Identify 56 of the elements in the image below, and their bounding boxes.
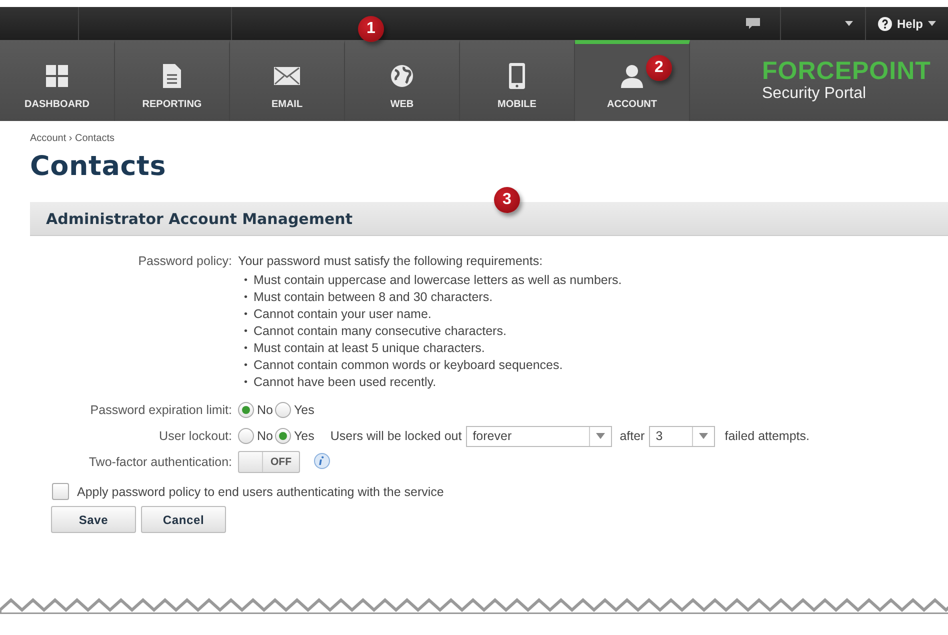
policy-intro: Your password must satisfy the following requirements:	[238, 254, 544, 268]
bullet: •	[244, 359, 248, 373]
page-title: Contacts	[30, 151, 168, 182]
checkbox[interactable]	[52, 483, 69, 500]
envelope-icon	[274, 67, 300, 85]
phone-icon	[509, 63, 525, 89]
field-label: User lockout:	[158, 429, 232, 443]
portal-subtitle: Security Portal	[762, 84, 868, 104]
help-menu[interactable]: Help	[896, 16, 923, 30]
requirement-item: Must contain uppercase and lowercase letters as well as numbers.	[254, 272, 622, 289]
cancel-button[interactable]: Cancel	[141, 506, 226, 533]
document-icon	[163, 64, 181, 88]
caret-icon[interactable]	[844, 21, 853, 26]
caret-icon[interactable]	[928, 21, 936, 26]
help-icon	[878, 16, 892, 30]
requirement-item: Must contain between 8 and 30 characters.	[254, 289, 493, 306]
bullet: •	[244, 342, 248, 356]
bullet: •	[244, 308, 248, 322]
requirement-item: Cannot contain common words or keyboard sequences.	[254, 357, 563, 374]
requirement-item: Cannot contain many consecutive characters.	[254, 323, 506, 340]
field-label: Password policy:	[137, 254, 232, 268]
brand-logo: FORCEPOINT	[762, 58, 932, 84]
dropdown-arrow-icon	[596, 433, 605, 439]
callout-badge: 3	[494, 187, 520, 213]
save-button[interactable]: Save	[51, 506, 136, 533]
attempts-select[interactable]: 3	[648, 426, 715, 446]
checkbox-label[interactable]: Apply password policy to end users authenticating with the service	[77, 484, 444, 498]
radio-option[interactable]: No	[238, 402, 273, 418]
toggle-switch[interactable]: OFF	[238, 451, 300, 473]
radio-option[interactable]: No	[238, 428, 273, 444]
lockout-text: after	[620, 429, 645, 443]
duration-select[interactable]: forever	[466, 426, 612, 446]
bullet: •	[244, 291, 248, 305]
nav-tab[interactable]: WEB	[345, 40, 460, 121]
requirement-item: Cannot contain your user name.	[254, 306, 432, 323]
requirement-item: Cannot have been used recently.	[254, 374, 436, 391]
lockout-text: Users will be locked out	[330, 429, 462, 443]
nav-tab[interactable]: EMAIL	[230, 40, 345, 121]
grid-icon	[46, 65, 68, 87]
info-icon[interactable]	[314, 452, 330, 468]
chat-icon[interactable]	[746, 18, 760, 30]
bullet: •	[244, 274, 248, 288]
bullet: •	[244, 376, 248, 390]
lockout-text: failed attempts.	[724, 429, 810, 443]
radio-option[interactable]: Yes	[274, 428, 314, 444]
field-label: Two-factor authentication:	[88, 455, 232, 469]
field-label: Password expiration limit:	[89, 403, 232, 417]
person-icon	[621, 64, 643, 88]
radio-option[interactable]: Yes	[274, 402, 314, 418]
breadcrumb: Account › Contacts	[30, 133, 116, 144]
globe-icon	[390, 64, 414, 88]
bullet: •	[244, 325, 248, 339]
nav-tab[interactable]: REPORTING	[115, 40, 230, 121]
dropdown-arrow-icon	[698, 433, 708, 439]
requirement-item: Must contain at least 5 unique characters.	[254, 340, 485, 357]
nav-tab[interactable]: DASHBOARD	[0, 40, 115, 121]
